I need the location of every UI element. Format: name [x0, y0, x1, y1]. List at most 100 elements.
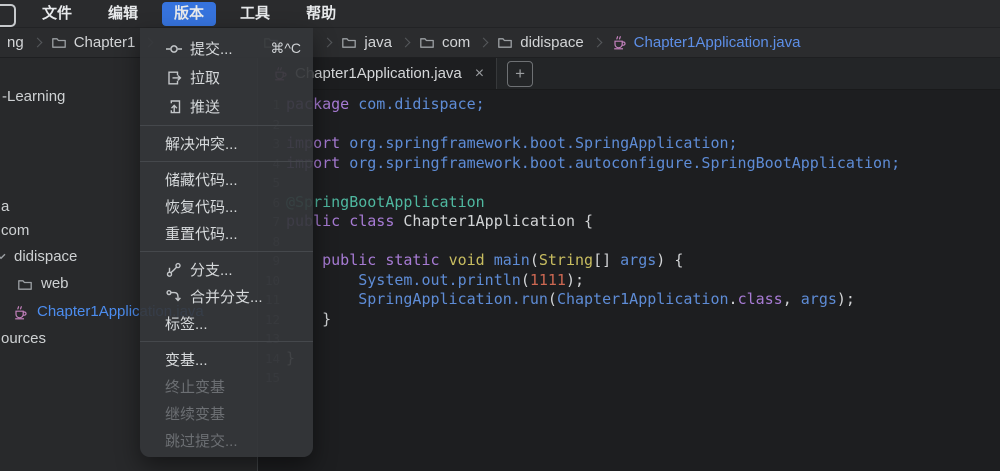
tree-item-label: -Learning	[2, 88, 65, 105]
menubar-item-3[interactable]: 版本	[162, 2, 216, 26]
code-editor[interactable]: 123456789101112131415 package com.didisp…	[258, 90, 1000, 471]
menu-item-7[interactable]: 储藏代码...	[140, 166, 313, 193]
chevron-separator-icon	[592, 38, 602, 48]
menu-item-label: 重置代码...	[165, 223, 238, 244]
menu-separator	[140, 341, 313, 342]
menubar-item-1[interactable]: 文件	[30, 2, 84, 26]
code-line-7: public class Chapter1Application {	[286, 212, 900, 232]
tree-item-label: com	[1, 222, 29, 239]
menu-item-label: 推送	[190, 96, 220, 117]
tree-item-label: didispace	[14, 248, 77, 265]
ide-window: 文件编辑版本工具帮助 ng Chapter1 java com didispace Cha…	[0, 0, 1000, 471]
menu-item-15[interactable]: 变基...	[140, 346, 313, 373]
menu-item-1[interactable]: 提交... ⌘^C	[140, 34, 313, 63]
folder-icon	[341, 35, 357, 51]
breadcrumb-item-java[interactable]: java	[341, 34, 392, 51]
code-line-6: @SpringBootApplication	[286, 193, 900, 213]
tree-item-label: a	[1, 198, 9, 215]
menu-item-label: 解决冲突...	[165, 133, 238, 154]
new-tab-button[interactable]: +	[507, 61, 533, 87]
push-icon	[165, 98, 184, 116]
menu-separator	[140, 251, 313, 252]
breadcrumb-label: com	[442, 34, 470, 51]
menu-item-18: 跳过提交...	[140, 427, 313, 454]
menu-separator	[140, 125, 313, 126]
menu-item-label: 提交...	[190, 38, 233, 59]
tab-label: Chapter1Application.java	[295, 65, 462, 82]
code-line-11: SpringApplication.run(Chapter1Applicatio…	[286, 290, 900, 310]
code-line-15	[286, 368, 900, 388]
menu-item-shortcut: ⌘^C	[270, 40, 301, 57]
folder-icon	[419, 35, 435, 51]
menu-item-3[interactable]: 推送	[140, 92, 313, 121]
chevron-separator-icon	[32, 38, 42, 48]
code-line-13	[286, 329, 900, 349]
menu-item-12[interactable]: 合并分支...	[140, 283, 313, 310]
menu-item-label: 拉取	[190, 67, 220, 88]
menu-item-9[interactable]: 重置代码...	[140, 220, 313, 247]
branch-icon	[165, 261, 184, 279]
menu-item-label: 终止变基	[165, 376, 225, 397]
menu-item-5[interactable]: 解决冲突...	[140, 130, 313, 157]
code-line-5	[286, 173, 900, 193]
tree-item-label: web	[41, 275, 69, 292]
menu-item-17: 继续变基	[140, 400, 313, 427]
close-tab-icon[interactable]: ×	[475, 66, 484, 82]
menu-item-11[interactable]: 分支...	[140, 256, 313, 283]
breadcrumb-item-com[interactable]: com	[419, 34, 470, 51]
code-line-10: System.out.println(1111);	[286, 271, 900, 291]
menu-item-16: 终止变基	[140, 373, 313, 400]
breadcrumb-item-chapter1[interactable]: Chapter1	[51, 34, 136, 51]
breadcrumb-item-ng[interactable]: ng	[7, 34, 24, 51]
menu-item-13[interactable]: 标签...	[140, 310, 313, 337]
code-line-14: }	[286, 349, 900, 369]
chevron-expand-icon	[0, 250, 7, 262]
chevron-separator-icon	[479, 38, 489, 48]
code-line-4: import org.springframework.boot.autoconf…	[286, 154, 900, 174]
code-line-12: }	[286, 310, 900, 330]
breadcrumb-label: didispace	[520, 34, 583, 51]
tab-bar: Chapter1Application.java × +	[258, 58, 1000, 90]
menu-separator	[140, 161, 313, 162]
menu-item-label: 分支...	[190, 259, 233, 280]
tree-item-label: ources	[1, 330, 46, 347]
menu-item-2[interactable]: 拉取	[140, 63, 313, 92]
menu-item-label: 合并分支...	[190, 286, 263, 307]
code-line-3: import org.springframework.boot.SpringAp…	[286, 134, 900, 154]
menu-item-label: 储藏代码...	[165, 169, 238, 190]
breadcrumb-label: java	[364, 34, 392, 51]
menu-item-label: 恢复代码...	[165, 196, 238, 217]
breadcrumb-label: ng	[7, 34, 24, 51]
menubar-item-2[interactable]: 编辑	[96, 2, 150, 26]
app-window-icon	[0, 4, 16, 27]
menubar-item-5[interactable]: 帮助	[294, 2, 348, 26]
code-lines: package com.didispace; import org.spring…	[286, 95, 900, 471]
chevron-separator-icon	[323, 38, 333, 48]
chevron-separator-icon	[400, 38, 410, 48]
breadcrumb-item-chapter1application-java[interactable]: Chapter1Application.java	[611, 34, 801, 51]
merge-icon	[165, 288, 184, 306]
version-dropdown-menu: 提交... ⌘^C 拉取推送解决冲突... 储藏代码... 恢复代码... 重置代码...…	[140, 28, 313, 457]
pull-icon	[165, 69, 184, 87]
code-line-2	[286, 115, 900, 135]
code-line-9: public static void main(String[] args) {	[286, 251, 900, 271]
editor-area: Chapter1Application.java × + 12345678910…	[258, 58, 1000, 471]
menubar-items: 文件编辑版本工具帮助	[30, 2, 348, 26]
menu-item-label: 跳过提交...	[165, 430, 238, 451]
breadcrumb-label: Chapter1Application.java	[634, 34, 801, 51]
menu-item-8[interactable]: 恢复代码...	[140, 193, 313, 220]
breadcrumb-label: Chapter1	[74, 34, 136, 51]
code-line-1: package com.didispace;	[286, 95, 900, 115]
menu-item-label: 继续变基	[165, 403, 225, 424]
code-line-8	[286, 232, 900, 252]
java-icon	[611, 35, 627, 51]
menubar: 文件编辑版本工具帮助	[0, 0, 1000, 28]
java-icon	[12, 305, 28, 321]
folder-icon	[497, 35, 513, 51]
commit-icon	[165, 40, 184, 58]
breadcrumb-item-didispace[interactable]: didispace	[497, 34, 583, 51]
folder-icon	[17, 277, 33, 293]
menu-item-label: 变基...	[165, 349, 208, 370]
menubar-item-4[interactable]: 工具	[228, 2, 282, 26]
folder-icon	[51, 35, 67, 51]
